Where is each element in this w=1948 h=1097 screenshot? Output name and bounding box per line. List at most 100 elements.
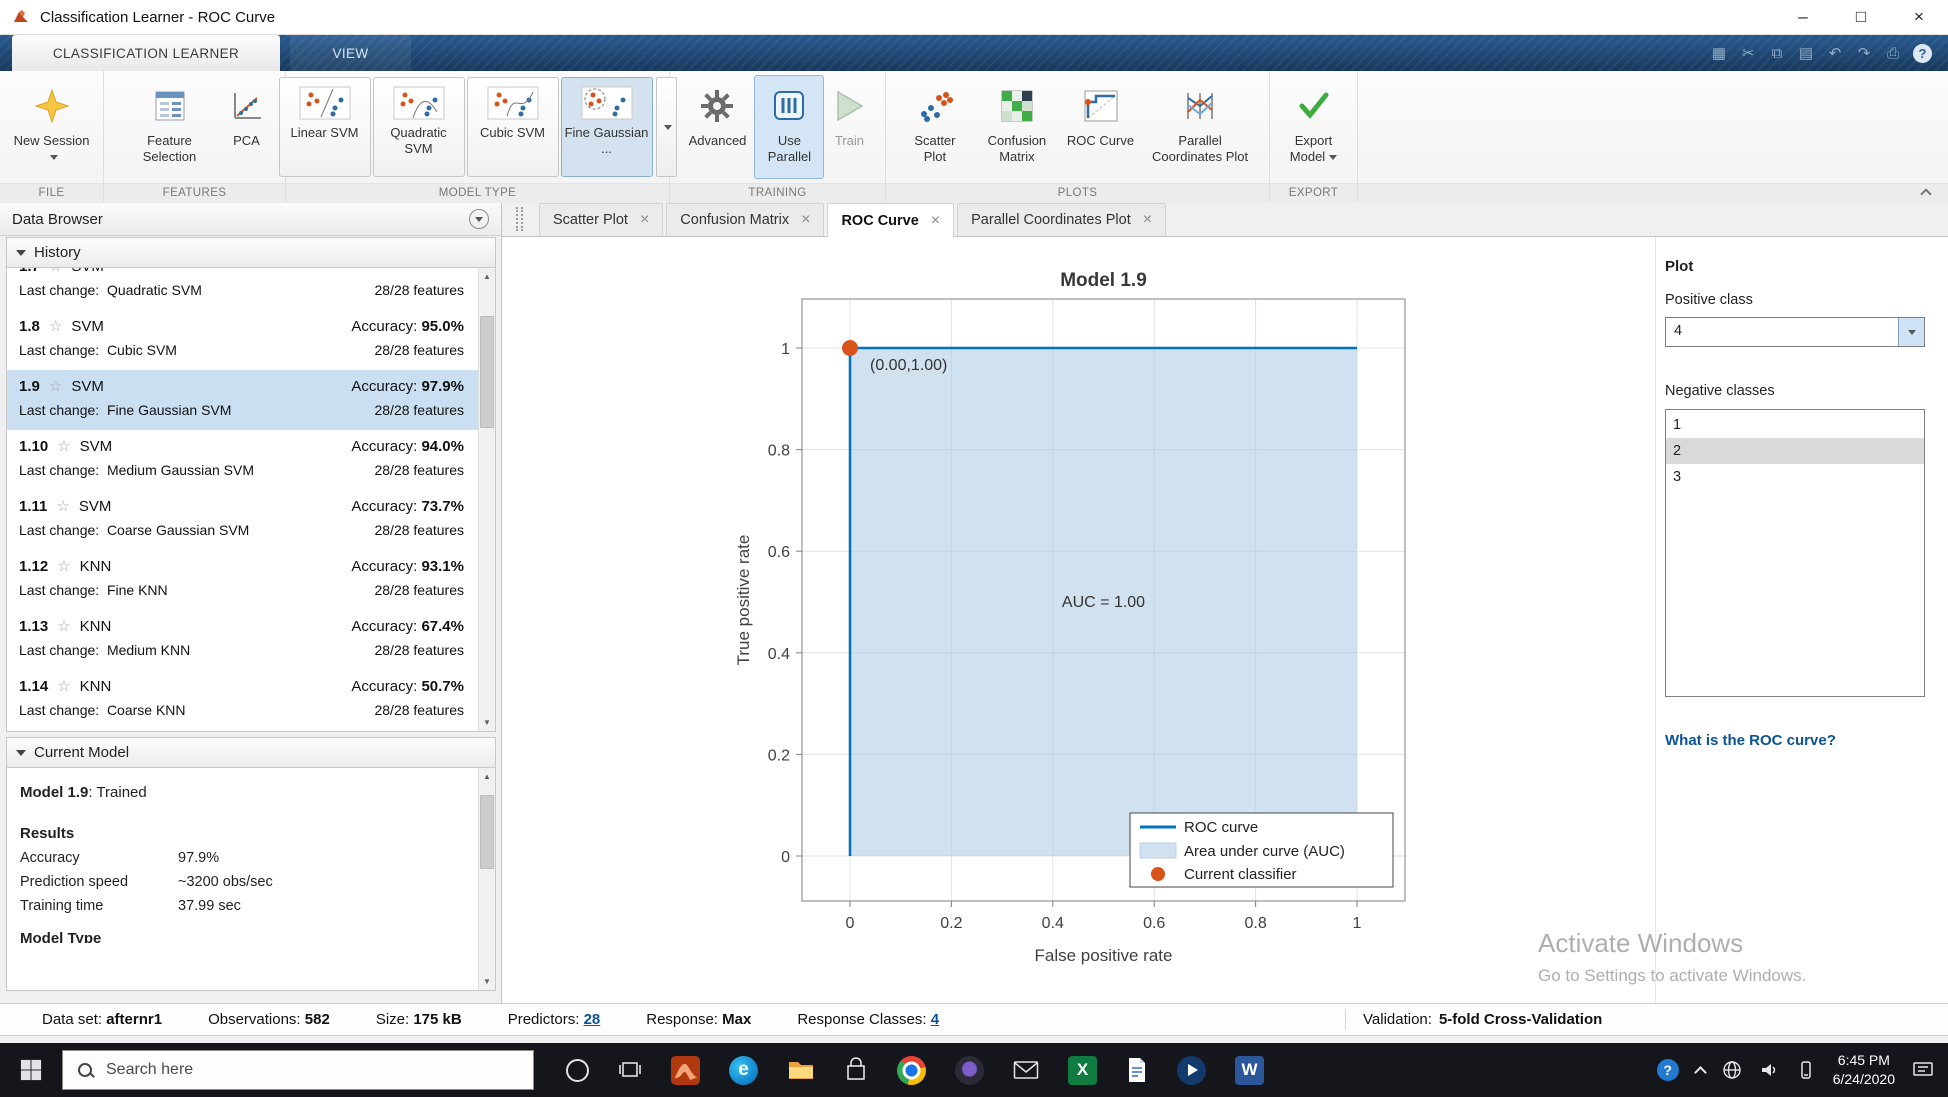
train-button[interactable]: Train: [826, 75, 872, 179]
favorite-star-icon[interactable]: ☆: [49, 317, 62, 335]
volume-icon[interactable]: [1759, 1060, 1779, 1080]
favorite-star-icon[interactable]: ☆: [57, 557, 70, 575]
history-scrollbar[interactable]: ▲ ▼: [478, 268, 495, 731]
close-icon[interactable]: ×: [931, 212, 940, 230]
excel-icon[interactable]: X: [1068, 1056, 1097, 1085]
document-tab-roc-curve[interactable]: ROC Curve×: [827, 203, 954, 237]
word-icon[interactable]: W: [1235, 1056, 1264, 1085]
collapse-ribbon-icon[interactable]: [1920, 188, 1931, 199]
cortana-icon[interactable]: [566, 1059, 589, 1082]
taskbar-search[interactable]: Search here: [62, 1050, 534, 1090]
mail-icon[interactable]: [1013, 1060, 1039, 1080]
undo-icon[interactable]: ↶: [1826, 44, 1844, 62]
negative-classes-list[interactable]: 123: [1665, 409, 1925, 697]
pca-button[interactable]: PCA: [223, 75, 271, 179]
favorite-star-icon[interactable]: ☆: [56, 497, 69, 515]
taskbar-clock[interactable]: 6:45 PM 6/24/2020: [1833, 1051, 1895, 1089]
cut-icon[interactable]: ✂: [1739, 44, 1757, 62]
tab-classification-learner[interactable]: CLASSIFICATION LEARNER: [12, 35, 280, 71]
confusion-matrix-button[interactable]: Confusion Matrix: [975, 75, 1059, 179]
network-globe-icon[interactable]: [1722, 1060, 1742, 1080]
negative-class-item[interactable]: 2: [1666, 438, 1924, 464]
history-item[interactable]: 1.10☆SVMAccuracy: 94.0%Last change: Medi…: [7, 430, 478, 490]
status-link-value[interactable]: 28: [584, 1011, 601, 1028]
action-center-icon[interactable]: [1912, 1060, 1934, 1080]
phone-icon[interactable]: [1796, 1060, 1816, 1080]
print-icon[interactable]: ⎙: [1884, 45, 1902, 62]
favorite-star-icon[interactable]: ☆: [57, 677, 70, 695]
media-player-icon[interactable]: [1177, 1056, 1206, 1085]
browser-icon[interactable]: [955, 1056, 984, 1085]
help-icon[interactable]: ?: [1913, 44, 1932, 63]
task-view-icon[interactable]: [618, 1059, 642, 1081]
current-model-scrollbar[interactable]: ▲ ▼: [478, 768, 495, 990]
positive-class-select[interactable]: 4: [1665, 317, 1925, 347]
help-notification-icon[interactable]: ?: [1657, 1059, 1679, 1081]
negative-class-item[interactable]: 3: [1666, 464, 1924, 490]
file-explorer-icon[interactable]: [787, 1059, 815, 1081]
feature-selection-button[interactable]: Feature Selection: [119, 75, 221, 179]
history-item[interactable]: 1.9☆SVMAccuracy: 97.9%Last change: Fine …: [7, 370, 478, 430]
copy-icon[interactable]: ⧉: [1768, 45, 1786, 62]
start-button[interactable]: [0, 1043, 62, 1097]
document-tab-confusion-matrix[interactable]: Confusion Matrix×: [666, 203, 824, 236]
microsoft-store-icon[interactable]: [844, 1057, 868, 1083]
scroll-down-icon[interactable]: ▼: [479, 973, 495, 990]
document-app-icon[interactable]: [1126, 1057, 1148, 1083]
data-browser-menu-icon[interactable]: [469, 209, 489, 229]
history-section-header[interactable]: History: [6, 237, 496, 268]
negative-class-item[interactable]: 1: [1666, 412, 1924, 438]
last-change: Last change: Coarse KNN: [19, 702, 186, 718]
scroll-down-icon[interactable]: ▼: [479, 714, 495, 731]
panel-splitter-grip[interactable]: [516, 207, 523, 231]
chrome-icon[interactable]: [897, 1056, 926, 1085]
model-accuracy: 67.4%: [421, 618, 464, 635]
favorite-star-icon[interactable]: ☆: [57, 617, 70, 635]
roc-curve-button[interactable]: ROC Curve: [1061, 75, 1140, 179]
matlab-icon[interactable]: [671, 1056, 700, 1085]
favorite-star-icon[interactable]: ☆: [49, 377, 62, 395]
document-tab-parallel-coordinates-plot[interactable]: Parallel Coordinates Plot×: [957, 203, 1166, 236]
redo-icon[interactable]: ↷: [1855, 44, 1873, 62]
favorite-star-icon[interactable]: ☆: [57, 437, 70, 455]
export-model-button[interactable]: Export Model: [1280, 75, 1348, 179]
model-quadratic-svm-button[interactable]: Quadratic SVM: [373, 77, 465, 177]
edge-icon[interactable]: e: [729, 1056, 758, 1085]
scroll-thumb[interactable]: [480, 795, 494, 869]
history-item[interactable]: 1.8☆SVMAccuracy: 95.0%Last change: Cubic…: [7, 310, 478, 370]
data-browser-header: Data Browser: [0, 203, 501, 236]
close-icon[interactable]: ×: [801, 211, 810, 229]
save-icon[interactable]: ▦: [1710, 44, 1728, 62]
scroll-up-icon[interactable]: ▲: [479, 268, 495, 285]
document-tab-scatter-plot[interactable]: Scatter Plot×: [539, 203, 663, 236]
close-icon[interactable]: ×: [640, 211, 649, 229]
maximize-button[interactable]: □: [1832, 0, 1890, 34]
status-link-value[interactable]: 4: [931, 1011, 939, 1028]
scroll-up-icon[interactable]: ▲: [479, 768, 495, 785]
advanced-button[interactable]: Advanced: [683, 75, 753, 179]
close-button[interactable]: ×: [1890, 0, 1948, 34]
new-session-button[interactable]: New Session: [4, 75, 99, 179]
paste-icon[interactable]: ▤: [1797, 44, 1815, 62]
favorite-star-icon[interactable]: ☆: [49, 268, 62, 275]
close-icon[interactable]: ×: [1143, 211, 1152, 229]
history-item[interactable]: 1.14☆KNNAccuracy: 50.7%Last change: Coar…: [7, 670, 478, 730]
model-id: 1.8: [19, 318, 40, 335]
model-cubic-svm-button[interactable]: Cubic SVM: [467, 77, 559, 177]
scroll-thumb[interactable]: [480, 316, 494, 428]
tray-expand-icon[interactable]: [1694, 1066, 1707, 1079]
history-item[interactable]: 1.11☆SVMAccuracy: 73.7%Last change: Coar…: [7, 490, 478, 550]
model-linear-svm-button[interactable]: Linear SVM: [279, 77, 371, 177]
roc-help-link[interactable]: What is the ROC curve?: [1665, 732, 1836, 749]
use-parallel-button[interactable]: Use Parallel: [754, 75, 824, 179]
model-fine-gaussian-svm-button[interactable]: Fine Gaussian ...: [561, 77, 653, 177]
scatter-plot-button[interactable]: Scatter Plot: [897, 75, 973, 179]
minimize-button[interactable]: –: [1774, 0, 1832, 34]
current-model-section-header[interactable]: Current Model: [6, 737, 496, 768]
history-item[interactable]: 1.13☆KNNAccuracy: 67.4%Last change: Medi…: [7, 610, 478, 670]
parallel-coordinates-button[interactable]: Parallel Coordinates Plot: [1142, 75, 1258, 179]
tab-view[interactable]: VIEW: [290, 35, 411, 71]
history-item[interactable]: 1.12☆KNNAccuracy: 93.1%Last change: Fine…: [7, 550, 478, 610]
history-item[interactable]: 1.7☆SVMLast change: Quadratic SVM28/28 f…: [7, 268, 478, 310]
chevron-down-icon[interactable]: [1898, 318, 1924, 346]
